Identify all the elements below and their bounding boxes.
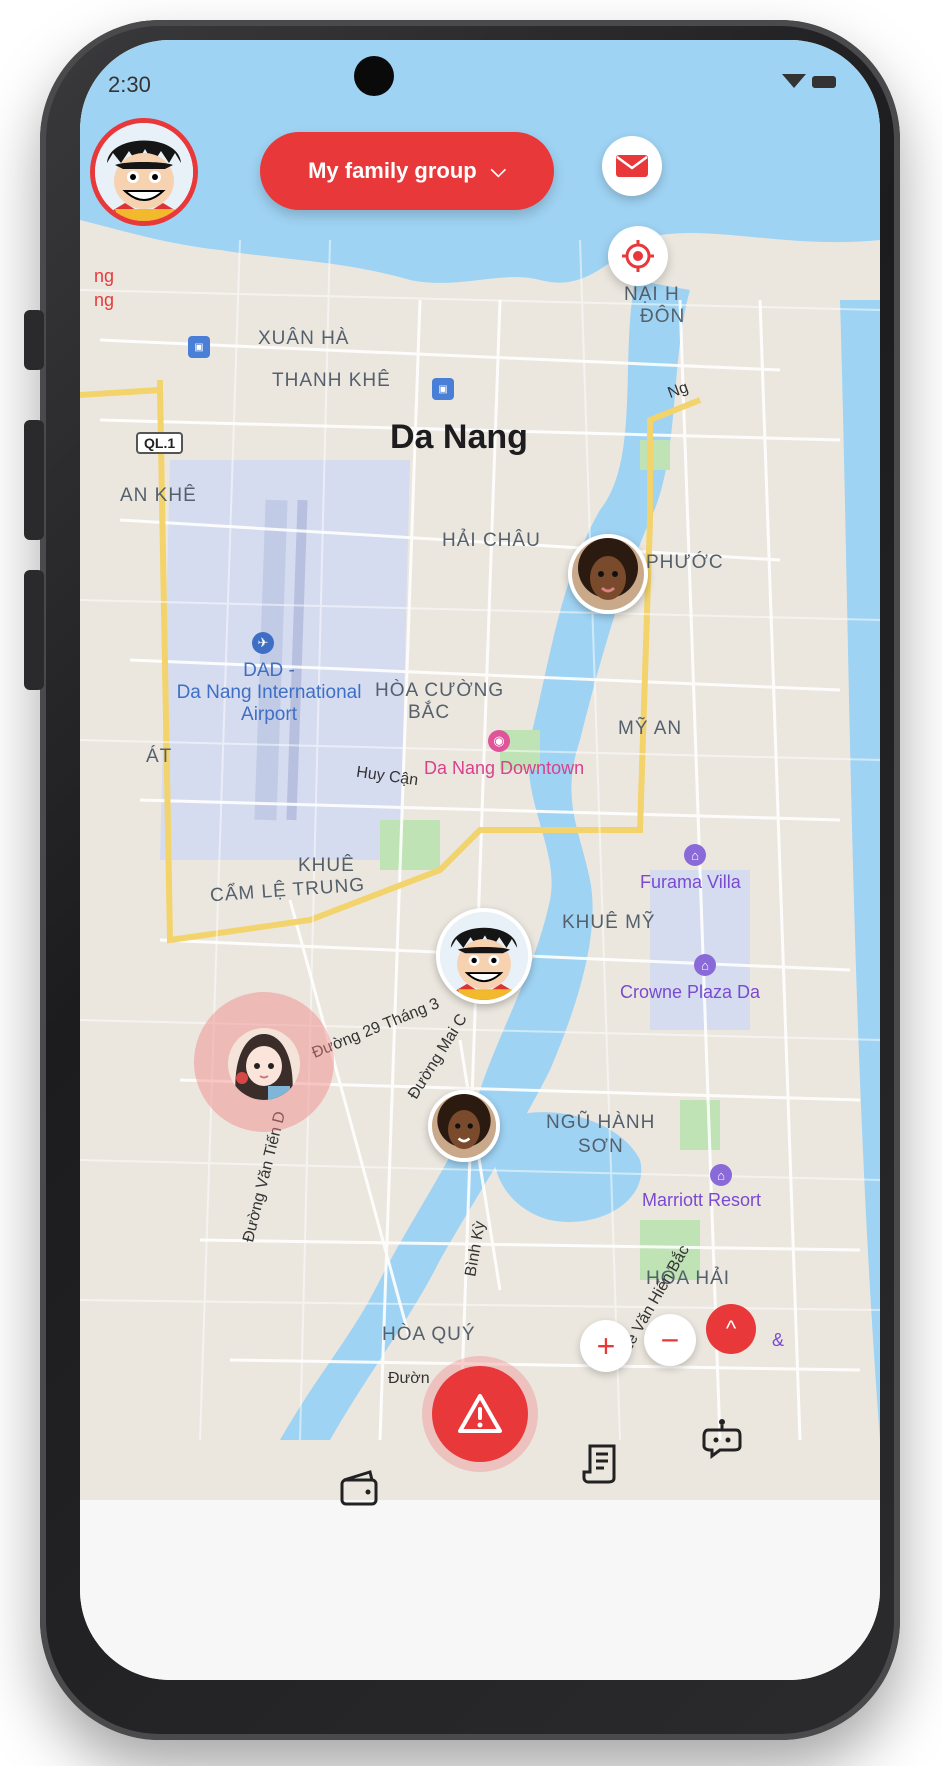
front-camera [354,56,394,96]
map-label-district: SƠN [578,1136,624,1157]
map-label-district: KHUÊ [298,855,355,876]
mail-icon [616,155,648,177]
messages-button[interactable] [602,136,662,196]
poi-downtown: Da Nang Downtown [424,758,585,778]
map-label-district: MỸ AN [618,718,683,739]
chevron-down-icon: ⌵ [490,159,506,182]
girl-avatar-icon [572,538,644,610]
map-label-district: ĐÔN [640,306,686,327]
map-label-district: NẠI H [624,284,680,305]
map-label-district: NGŨ HÀNH [546,1112,656,1133]
document-icon[interactable] [580,1442,624,1486]
poi-crowne: Crowne Plaza Da [620,982,761,1002]
map-label-city: Da Nang [390,418,528,456]
member-marker[interactable] [568,534,648,614]
expand-panel-button[interactable]: ^ [706,1304,756,1354]
locate-me-button[interactable] [608,226,668,286]
transit-icon: ▣ [432,378,454,400]
family-group-selector[interactable]: My family group ⌵ [260,132,554,210]
anime-girl-avatar-icon [228,1028,300,1100]
airport-icon: ✈ [252,632,274,654]
map-label-district: HÒA CƯỜNG [375,680,505,701]
battery-icon [782,74,836,88]
my-avatar[interactable] [90,118,198,226]
hotel-icon: ⌂ [694,954,716,976]
bottom-nav [80,1500,880,1680]
map-label-district: HẢI CHÂU [442,530,541,551]
volume-down-button [24,570,44,690]
luffy-avatar-icon [440,912,528,1000]
warning-icon [458,1394,502,1433]
road-label: Đườn [388,1370,430,1387]
volume-up-button [24,420,44,540]
poi-marriott: Marriott Resort [642,1190,762,1210]
map-label-district: XUÂN HÀ [258,328,350,349]
minus-icon: − [660,1321,680,1358]
zoom-in-button[interactable]: + [580,1320,632,1372]
side-button [24,310,44,370]
poi-furama: Furama Villa [640,872,741,892]
map-label-district: BẮC [408,702,451,723]
screen: XUÂN HÀ THANH KHÊ AN KHÊ Da Nang HẢI CHÂ… [80,40,880,1680]
highway-shield: QL.1 [136,432,184,454]
map-label-district: THANH KHÊ [272,370,391,391]
airport-label-line: Da Nang International [176,682,362,703]
airport-label-line: DAD - [243,660,295,681]
map-label-district: PHƯỚC [646,552,724,573]
member-marker[interactable] [428,1090,500,1162]
hotel-icon: ⌂ [710,1164,732,1186]
airport-label: DAD - Da Nang International Airport [174,660,364,726]
chevron-up-icon: ^ [725,1316,737,1341]
girl-avatar-icon [432,1094,496,1158]
poi-ampersand: & [772,1330,785,1350]
map-label-district: AN KHÊ [120,485,197,506]
transit-icon: ▣ [188,336,210,358]
hotel-icon: ⌂ [684,844,706,866]
luffy-avatar-icon [95,123,193,221]
wallet-icon[interactable] [338,1466,382,1510]
map-label-district: KHUÊ MỸ [562,912,656,933]
robot-icon[interactable] [700,1416,744,1460]
member-marker-alert[interactable] [228,1028,300,1100]
member-marker-self[interactable] [436,908,532,1004]
target-icon [622,240,654,272]
airport-label-line: Airport [241,704,297,725]
zoom-out-button[interactable]: − [644,1314,696,1366]
map-label-edge: ng [94,290,115,310]
plus-icon: + [596,1327,616,1364]
shopping-icon: ◉ [488,730,510,752]
status-time: 2:30 [108,72,151,97]
sos-button[interactable] [432,1366,528,1462]
family-group-label: My family group [308,158,477,183]
map-label-district: HÒA QUÝ [382,1324,476,1345]
map-label-edge: ng [94,266,115,286]
map-label-district: ÁT [146,746,173,767]
